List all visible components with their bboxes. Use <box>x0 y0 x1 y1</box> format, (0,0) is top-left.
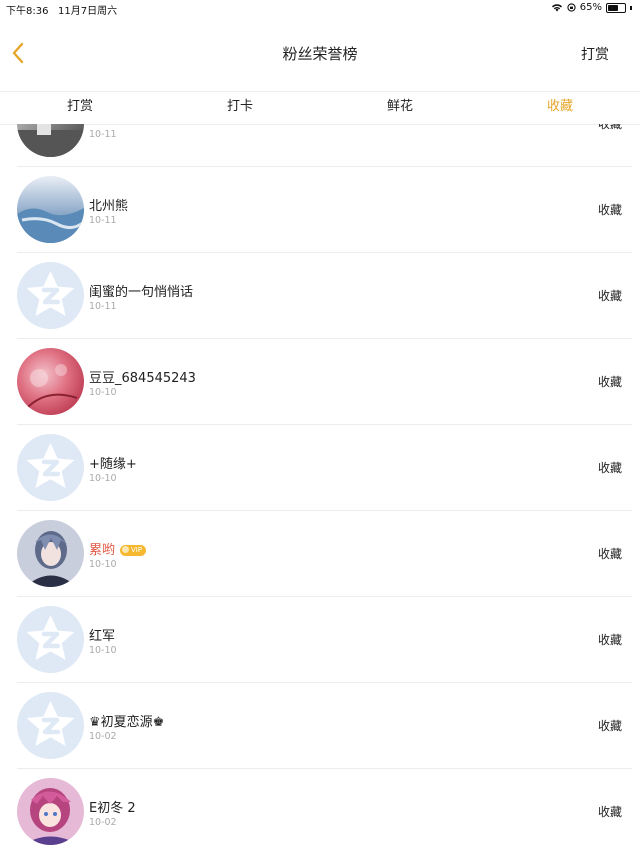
user-name[interactable]: 豆豆_684545243 <box>89 367 196 386</box>
list-item[interactable]: +随缘+ 10-10 收藏 <box>17 425 632 511</box>
anime-character-avatar-image <box>17 520 84 587</box>
user-name-text: ♛初夏恋源♚ <box>89 715 165 730</box>
item-date: 10-02 <box>89 817 117 828</box>
avatar[interactable] <box>17 262 84 329</box>
user-name[interactable]: 北州熊 <box>89 195 128 214</box>
default-star-avatar-image <box>17 606 84 673</box>
fan-list-inner: 10-11 收藏 北州熊 10-11 收藏 闺蜜的一句悄悄话 10-11 收藏 豆豆_68454… <box>0 124 640 853</box>
battery-tip <box>630 5 632 10</box>
tab-flowers[interactable]: 鲜花 <box>320 92 480 124</box>
pink-blossom-avatar-image <box>17 348 84 415</box>
user-name-text: 累哟 <box>89 543 116 558</box>
favorite-label: 收藏 <box>597 375 622 389</box>
list-item[interactable]: 累哟 VIP 10-10 收藏 <box>17 511 632 597</box>
user-name[interactable]: ♛初夏恋源♚ <box>89 711 164 730</box>
user-name[interactable]: 累哟 VIP <box>89 539 147 558</box>
user-name[interactable]: +随缘+ <box>89 453 137 472</box>
list-item[interactable]: E初冬 2 10-02 收藏 <box>17 769 632 853</box>
item-date: 10-10 <box>89 645 117 656</box>
battery-icon <box>606 2 626 13</box>
user-name-text: 红军 <box>89 629 116 644</box>
item-date: 10-10 <box>89 473 117 484</box>
gray-photo-avatar-image <box>17 124 84 157</box>
favorite-label: 收藏 <box>597 805 622 819</box>
item-date: 10-10 <box>89 559 117 570</box>
item-date: 10-10 <box>89 387 117 398</box>
user-name[interactable]: 红军 <box>89 625 115 644</box>
default-star-avatar-image <box>17 692 84 759</box>
avatar[interactable] <box>17 778 84 845</box>
avatar[interactable] <box>17 176 84 243</box>
list-item[interactable]: ♛初夏恋源♚ 10-02 收藏 <box>17 683 632 769</box>
item-date: 10-02 <box>89 731 117 742</box>
avatar[interactable] <box>17 124 84 157</box>
favorite-label: 收藏 <box>597 289 622 303</box>
user-name-text: 豆豆_684545243 <box>89 371 196 386</box>
tab-reward[interactable]: 打赏 <box>0 92 160 124</box>
user-name-text: 北州熊 <box>89 199 129 214</box>
fan-list[interactable]: 10-11 收藏 北州熊 10-11 收藏 闺蜜的一句悄悄话 10-11 收藏 豆豆_68454… <box>0 124 640 853</box>
favorite-label: 收藏 <box>597 203 622 217</box>
list-item[interactable]: 红军 10-10 收藏 <box>17 597 632 683</box>
wifi-icon <box>551 4 562 12</box>
user-name-text: 闺蜜的一句悄悄话 <box>89 285 194 300</box>
item-date: 10-11 <box>89 129 117 140</box>
user-name-text: E初冬 2 <box>89 801 136 816</box>
user-name[interactable]: 闺蜜的一句悄悄话 <box>89 281 193 300</box>
tab-checkin[interactable]: 打卡 <box>160 92 320 124</box>
user-name[interactable]: E初冬 2 <box>89 797 136 816</box>
reward-button[interactable]: 打赏 <box>581 44 609 64</box>
vip-crown-icon <box>122 546 130 553</box>
vip-label: VIP <box>131 546 143 554</box>
snow-landscape-avatar-image <box>17 176 84 243</box>
list-item[interactable]: 闺蜜的一句悄悄话 10-11 收藏 <box>17 253 632 339</box>
item-date: 10-11 <box>89 301 117 312</box>
list-item[interactable]: 10-11 收藏 <box>17 124 632 167</box>
avatar[interactable] <box>17 606 84 673</box>
page-title: 粉丝荣誉榜 <box>282 45 358 63</box>
orientation-lock-icon <box>567 3 576 12</box>
list-item[interactable]: 豆豆_684545243 10-10 收藏 <box>17 339 632 425</box>
status-bar: 下午8:36 11月7日周六 65% <box>0 0 640 17</box>
favorite-label: 收藏 <box>597 547 622 561</box>
default-star-avatar-image <box>17 434 84 501</box>
tab-favorites[interactable]: 收藏 <box>480 92 640 124</box>
favorite-label: 收藏 <box>597 461 622 475</box>
list-item[interactable]: 北州熊 10-11 收藏 <box>17 167 632 253</box>
default-star-avatar-image <box>17 262 84 329</box>
nav-bar: 粉丝荣誉榜 打赏 <box>0 16 640 90</box>
battery-percent: 65% <box>579 2 602 13</box>
tab-bar: 打赏 打卡 鲜花 收藏 <box>0 91 640 125</box>
favorite-label: 收藏 <box>597 719 622 733</box>
favorite-label: 收藏 <box>597 633 622 647</box>
battery-fill <box>608 4 618 11</box>
avatar[interactable] <box>17 434 84 501</box>
status-time-date: 下午8:36 11月7日周六 <box>6 6 118 17</box>
avatar[interactable] <box>17 348 84 415</box>
favorite-label: 收藏 <box>597 124 622 131</box>
anime-girl-avatar-image <box>17 778 84 845</box>
item-date: 10-11 <box>89 215 117 226</box>
vip-badge: VIP <box>120 545 147 556</box>
avatar[interactable] <box>17 520 84 587</box>
status-indicators: 65% <box>551 2 632 13</box>
user-name-text: +随缘+ <box>89 457 137 472</box>
avatar[interactable] <box>17 692 84 759</box>
